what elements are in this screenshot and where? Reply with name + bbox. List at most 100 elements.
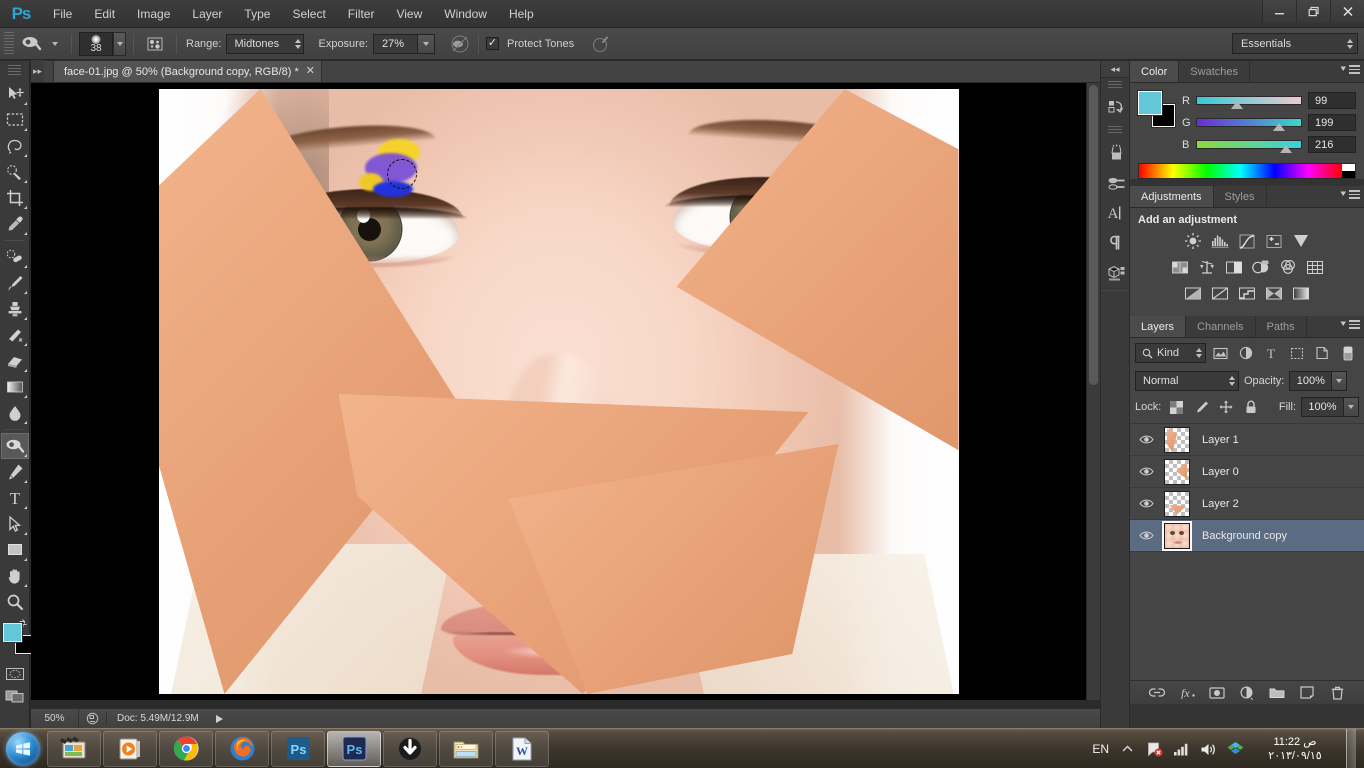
new-group-icon[interactable]: [1269, 684, 1286, 701]
taskbar-photoshop-cs5[interactable]: Ps: [271, 730, 325, 767]
hand-tool[interactable]: [1, 563, 29, 589]
blend-mode-stepper-icon[interactable]: [1229, 376, 1235, 386]
collapse-panels-icon[interactable]: ◂◂: [1101, 61, 1129, 78]
scrollbar-thumb[interactable]: [1089, 85, 1098, 385]
table-row[interactable]: Layer 1: [1130, 424, 1364, 456]
color-balance-icon[interactable]: [1195, 256, 1219, 278]
network-icon[interactable]: [1172, 740, 1190, 758]
brush-presets-icon[interactable]: [1101, 168, 1131, 198]
clock[interactable]: 11:22 ص ٢٠١٣/٠٩/١٥: [1253, 735, 1337, 763]
spectrum-hues[interactable]: [1139, 164, 1342, 178]
exposure-field[interactable]: 27%: [373, 33, 436, 54]
3d-icon[interactable]: [1101, 258, 1131, 288]
blur-tool[interactable]: [1, 400, 29, 426]
screen-mode-icon[interactable]: [0, 685, 30, 707]
levels-icon[interactable]: [1208, 230, 1232, 252]
rectangle-tool[interactable]: [1, 537, 29, 563]
show-hidden-icons-icon[interactable]: [1118, 740, 1136, 758]
close-button[interactable]: [1330, 0, 1364, 22]
layer-name[interactable]: Background copy: [1196, 530, 1287, 542]
tab-swatches[interactable]: Swatches: [1179, 61, 1250, 82]
lock-transparent-pixels-icon[interactable]: [1166, 398, 1186, 416]
layer-visibility-icon[interactable]: [1134, 498, 1158, 509]
table-row[interactable]: Background copy: [1130, 520, 1364, 552]
hue-saturation-icon[interactable]: [1168, 256, 1192, 278]
lock-position-icon[interactable]: [1216, 398, 1236, 416]
taskbar-microsoft-word[interactable]: W: [495, 730, 549, 767]
layer-visibility-icon[interactable]: [1134, 530, 1158, 541]
filter-adjustment-icon[interactable]: [1234, 343, 1257, 363]
language-indicator[interactable]: EN: [1092, 742, 1109, 756]
menu-window[interactable]: Window: [433, 0, 498, 28]
action-center-icon[interactable]: [1145, 740, 1163, 758]
eyedropper-tool[interactable]: [1, 211, 29, 237]
color-spectrum-ramp[interactable]: [1138, 163, 1356, 179]
blend-mode-select[interactable]: Normal: [1135, 371, 1239, 391]
menu-edit[interactable]: Edit: [83, 0, 126, 28]
workspace-stepper-icon[interactable]: [1347, 38, 1353, 49]
tab-channels[interactable]: Channels: [1186, 316, 1256, 337]
horizontal-type-tool[interactable]: T: [1, 485, 29, 511]
filter-pixel-icon[interactable]: [1209, 343, 1232, 363]
taskbar-firefox[interactable]: [215, 730, 269, 767]
taskbar-google-chrome[interactable]: [159, 730, 213, 767]
exposure-icon[interactable]: [1262, 230, 1286, 252]
curves-icon[interactable]: [1235, 230, 1259, 252]
filter-shape-icon[interactable]: [1285, 343, 1308, 363]
black-white-icon[interactable]: [1222, 256, 1246, 278]
brush-icon[interactable]: [1101, 138, 1131, 168]
dodge-tool[interactable]: [1, 433, 29, 459]
zoom-level-field[interactable]: 50%: [31, 708, 79, 729]
layer-thumbnail[interactable]: [1158, 458, 1196, 485]
options-bar-grip[interactable]: [4, 31, 14, 56]
taskbar-internet-download-manager[interactable]: [383, 730, 437, 767]
taskbar-windows-explorer[interactable]: [439, 730, 493, 767]
menu-help[interactable]: Help: [498, 0, 545, 28]
layer-visibility-icon[interactable]: [1134, 434, 1158, 445]
opacity-field[interactable]: 100%: [1289, 371, 1348, 391]
menu-type[interactable]: Type: [233, 0, 281, 28]
filter-smart-object-icon[interactable]: [1311, 343, 1334, 363]
taskbar-movie-maker[interactable]: [47, 730, 101, 767]
eraser-tool[interactable]: [1, 348, 29, 374]
new-adjustment-layer-icon[interactable]: [1239, 684, 1256, 701]
spectrum-white-black[interactable]: [1342, 164, 1355, 178]
dock-grip-2[interactable]: [1108, 126, 1122, 135]
quick-selection-tool[interactable]: [1, 159, 29, 185]
channel-value-b[interactable]: 216: [1308, 136, 1356, 153]
range-stepper-icon[interactable]: [295, 38, 302, 49]
pen-tool[interactable]: [1, 459, 29, 485]
tablet-pressure-icon[interactable]: [589, 33, 611, 55]
layer-style-fx-icon[interactable]: fx: [1179, 684, 1196, 701]
layer-name[interactable]: Layer 0: [1196, 466, 1239, 478]
dodge-tool-icon[interactable]: [18, 32, 46, 56]
range-select[interactable]: Midtones: [226, 33, 305, 54]
protect-tones-checkbox[interactable]: ✓ Protect Tones: [486, 37, 579, 50]
channel-value-r[interactable]: 99: [1308, 92, 1356, 109]
menu-filter[interactable]: Filter: [337, 0, 386, 28]
canvas-viewport[interactable]: [31, 83, 1086, 700]
path-selection-tool[interactable]: [1, 511, 29, 537]
minimize-button[interactable]: [1262, 0, 1296, 22]
new-layer-icon[interactable]: [1299, 684, 1316, 701]
layer-visibility-icon[interactable]: [1134, 466, 1158, 477]
photo-filter-icon[interactable]: [1249, 256, 1273, 278]
gradient-map-icon[interactable]: [1289, 282, 1313, 304]
menu-layer[interactable]: Layer: [181, 0, 233, 28]
vibrance-icon[interactable]: [1289, 230, 1313, 252]
delete-layer-icon[interactable]: [1329, 684, 1346, 701]
filter-toggle-icon[interactable]: [1336, 343, 1359, 363]
channel-mixer-icon[interactable]: [1276, 256, 1300, 278]
history-brush-tool[interactable]: [1, 322, 29, 348]
lock-image-pixels-icon[interactable]: [1191, 398, 1211, 416]
layer-filter-stepper-icon[interactable]: [1195, 348, 1202, 358]
color-panel-foreground-swatch[interactable]: [1138, 91, 1162, 115]
canvas-vertical-scrollbar[interactable]: [1086, 83, 1100, 700]
document-tab-close-icon[interactable]: ✕: [306, 66, 315, 77]
dropbox-icon[interactable]: [1226, 740, 1244, 758]
crop-tool[interactable]: [1, 185, 29, 211]
channel-slider-g[interactable]: [1196, 118, 1302, 131]
tab-color[interactable]: Color: [1130, 61, 1180, 82]
brush-size-preview[interactable]: 38: [79, 31, 113, 56]
history-icon[interactable]: [1101, 93, 1131, 123]
